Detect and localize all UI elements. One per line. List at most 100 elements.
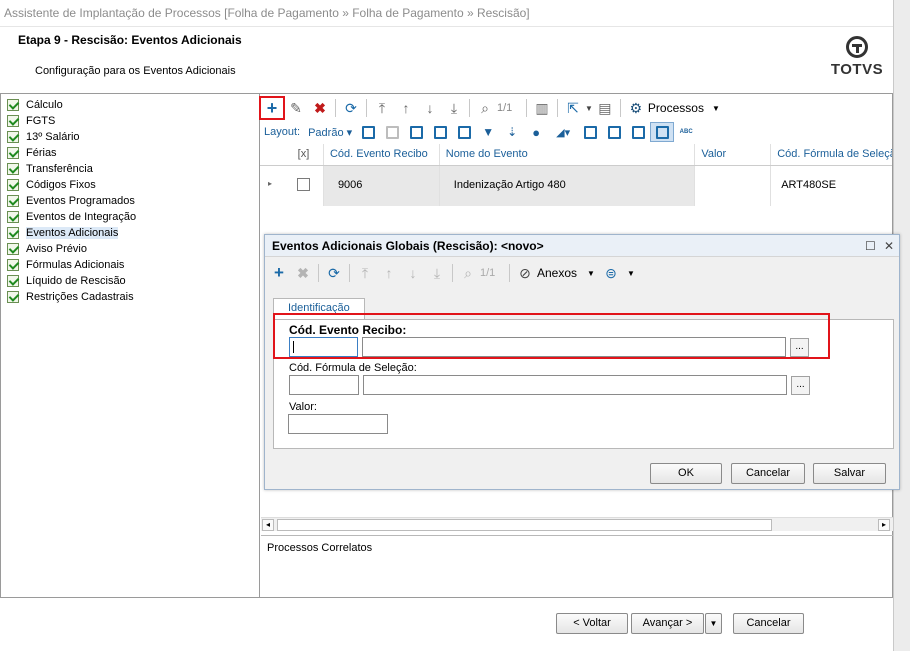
sidebar-item-calculo[interactable]: Cálculo: [1, 97, 259, 113]
check-icon: [7, 243, 19, 255]
chart-icon[interactable]: ◢▾: [548, 122, 578, 142]
sidebar-item-transferencia[interactable]: Transferência: [1, 161, 259, 177]
gear-icon[interactable]: ⚙: [624, 97, 648, 119]
maximize-icon[interactable]: ☐: [865, 239, 876, 253]
chevron-down-icon[interactable]: ▼: [587, 269, 595, 278]
ok-button[interactable]: OK: [650, 463, 722, 484]
cod-formula-lookup-button[interactable]: ...: [791, 376, 810, 395]
grid-header: [x] Cód. Evento Recibo Nome do Evento Va…: [260, 144, 892, 166]
chevron-down-icon[interactable]: ▼: [627, 269, 635, 278]
remove-column-icon[interactable]: [380, 122, 404, 142]
check-icon: [7, 115, 19, 127]
cod-formula-description: [363, 375, 787, 395]
edit-icon[interactable]: ✎: [284, 97, 308, 119]
color-icon[interactable]: ●: [524, 122, 548, 142]
layout-dropdown[interactable]: Padrão ▾: [308, 126, 352, 139]
previous-record-icon[interactable]: ↑: [394, 97, 418, 119]
spellcheck-icon[interactable]: ABC: [674, 122, 698, 142]
check-icon: [7, 227, 19, 239]
cancel-wizard-button[interactable]: Cancelar: [733, 613, 804, 634]
processos-correlatos: Processos Correlatos: [261, 535, 893, 597]
add-column-icon[interactable]: [356, 122, 380, 142]
sidebar-item-eventos-integracao[interactable]: Eventos de Integração: [1, 209, 259, 225]
refresh-icon[interactable]: ⟳: [322, 262, 346, 284]
processos-correlatos-label: Processos Correlatos: [267, 542, 373, 554]
download-layout-icon[interactable]: [452, 122, 476, 142]
sidebar-item-restricoes-cadastrais[interactable]: Restrições Cadastrais: [1, 289, 259, 305]
last-record-icon: ⤓: [433, 264, 441, 281]
last-record-icon[interactable]: ⤓: [442, 97, 466, 119]
sidebar-item-fgts[interactable]: FGTS: [1, 113, 259, 129]
row-checkbox[interactable]: [296, 178, 310, 191]
sidebar-item-formulas-adicionais[interactable]: Fórmulas Adicionais: [1, 257, 259, 273]
paperclip-icon[interactable]: ⊘: [513, 262, 537, 284]
paint-icon[interactable]: ▼: [476, 122, 500, 142]
cancel-button[interactable]: Cancelar: [731, 463, 805, 484]
valor-input[interactable]: [288, 414, 388, 434]
apply-layout-icon[interactable]: [404, 122, 428, 142]
totvs-logo-text: TOTVS: [830, 61, 884, 78]
grid-hscrollbar[interactable]: ◂ ▸: [261, 517, 893, 531]
sidebar-item-eventos-adicionais[interactable]: Eventos Adicionais: [1, 225, 259, 241]
window-title: Assistente de Implantação de Processos […: [0, 0, 893, 27]
cell-nome-evento: Indenização Artigo 480: [440, 166, 696, 206]
export-icon[interactable]: ⇱: [561, 97, 585, 119]
options-icon[interactable]: ⊜: [599, 262, 623, 284]
table-row[interactable]: ▸ 9006 Indenização Artigo 480 ART480SE: [260, 166, 892, 206]
dialog-toolbar: + ✖ ⟳ ⤒ ↑ ↓ ⤓ ⌕ 1/1 ⊘ Anexos ▼ ⊜ ▼: [265, 257, 899, 289]
column-cod-formula[interactable]: Cód. Fórmula de Seleção: [771, 144, 892, 165]
sidebar-item-eventos-programados[interactable]: Eventos Programados: [1, 193, 259, 209]
header-layout-icon[interactable]: [626, 122, 650, 142]
processos-menu[interactable]: Processos: [648, 101, 704, 115]
column-nome-evento[interactable]: Nome do Evento: [440, 144, 696, 165]
add-button[interactable]: +: [259, 96, 285, 120]
select-all-header[interactable]: [x]: [284, 144, 324, 165]
chevron-down-icon[interactable]: ▼: [585, 104, 593, 113]
check-icon: [7, 211, 19, 223]
refresh-icon[interactable]: ⟳: [339, 97, 363, 119]
next-button[interactable]: Avançar >: [631, 613, 704, 634]
sidebar-item-ferias[interactable]: Férias: [1, 145, 259, 161]
columns-icon[interactable]: ▥: [530, 97, 554, 119]
scroll-left-icon[interactable]: ◂: [262, 519, 274, 531]
upload-layout-icon[interactable]: [428, 122, 452, 142]
save-button[interactable]: Salvar: [813, 463, 886, 484]
step-title: Etapa 9 - Rescisão: Eventos Adicionais: [18, 33, 242, 47]
check-icon: [7, 147, 19, 159]
footer-layout-icon[interactable]: [578, 122, 602, 142]
cell-valor: [695, 166, 772, 206]
layout-label: Layout:: [264, 126, 301, 138]
add-icon[interactable]: +: [267, 262, 291, 284]
back-button[interactable]: < Voltar: [556, 613, 628, 634]
chevron-down-icon[interactable]: ▼: [712, 104, 720, 113]
report-icon[interactable]: ▤: [593, 97, 617, 119]
delete-icon[interactable]: ✖: [308, 97, 332, 119]
sidebar-item-13-salario[interactable]: 13º Salário: [1, 129, 259, 145]
search-icon: ⌕: [464, 264, 472, 281]
sidebar-item-codigos-fixos[interactable]: Códigos Fixos: [1, 177, 259, 193]
first-record-icon: ⤒: [361, 264, 369, 281]
sidebar-item-aviso-previo[interactable]: Aviso Prévio: [1, 241, 259, 257]
anexos-menu[interactable]: Anexos: [537, 266, 577, 280]
next-dropdown-button[interactable]: ▼: [705, 613, 722, 634]
pin-icon[interactable]: ⇣: [500, 122, 524, 142]
column-cod-evento[interactable]: Cód. Evento Recibo: [324, 144, 440, 165]
check-icon: [7, 259, 19, 271]
cell-cod-formula: ART480SE: [771, 166, 892, 206]
check-icon: [7, 275, 19, 287]
search-icon[interactable]: ⌕: [473, 97, 497, 119]
first-record-icon[interactable]: ⤒: [370, 97, 394, 119]
delete-icon: ✖: [297, 264, 309, 281]
next-record-icon[interactable]: ↓: [418, 97, 442, 119]
column-valor[interactable]: Valor: [695, 144, 772, 165]
grouped-layout-icon[interactable]: [650, 122, 675, 142]
scroll-thumb[interactable]: [277, 519, 772, 531]
step-subtitle: Configuração para os Eventos Adicionais: [35, 65, 236, 77]
check-icon: [7, 195, 19, 207]
layout-toolbar: Layout: Padrão ▾ ▼ ⇣ ● ◢▾ ABC: [260, 120, 892, 144]
sidebar-item-liquido-rescisao[interactable]: Líquido de Rescisão: [1, 273, 259, 289]
scroll-right-icon[interactable]: ▸: [878, 519, 890, 531]
close-icon[interactable]: ✕: [884, 239, 894, 253]
middle-layout-icon[interactable]: [602, 122, 626, 142]
cod-formula-input[interactable]: [289, 375, 359, 395]
